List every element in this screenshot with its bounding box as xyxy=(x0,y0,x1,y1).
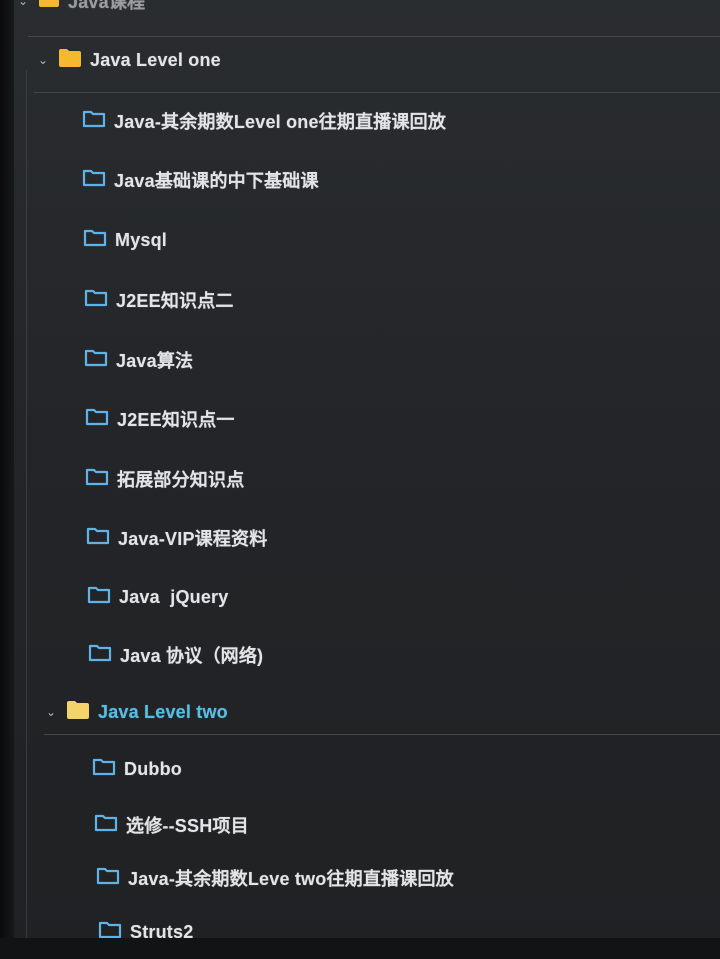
tree-item-folder[interactable]: Java-其余期数Level one往期直播课回放 xyxy=(82,106,446,136)
tree-item-label: 选修--SSH项目 xyxy=(126,816,249,836)
file-tree-panel: ⌄ Java课程 ⌄ Java Level one Java-其余期数Level… xyxy=(0,0,720,959)
folder-outline-icon xyxy=(94,813,118,837)
tree-item-folder[interactable]: 拓展部分知识点 xyxy=(85,464,244,494)
folder-outline-icon xyxy=(82,168,106,192)
tree-root-java-course[interactable]: ⌄ Java课程 xyxy=(16,0,145,16)
tree-root-label: Java课程 xyxy=(68,0,146,12)
tree-item-folder[interactable]: Mysql xyxy=(83,225,167,255)
chevron-down-icon[interactable]: ⌄ xyxy=(16,0,30,8)
tree-item-label: Java-其余期数Level one往期直播课回放 xyxy=(114,112,447,132)
tree-group-level-one[interactable]: ⌄ Java Level one xyxy=(36,45,221,75)
row-divider xyxy=(34,92,720,93)
folder-filled-icon xyxy=(58,48,82,73)
folder-filled-icon xyxy=(66,700,90,725)
folder-outline-icon xyxy=(83,228,107,252)
tree-item-label: Java-VIP课程资料 xyxy=(118,529,268,549)
folder-outline-icon xyxy=(96,866,120,890)
tree-item-label: Java基础课的中下基础课 xyxy=(114,171,319,191)
tree-item-folder[interactable]: 选修--SSH项目 xyxy=(94,810,249,840)
tree-item-folder[interactable]: Dubbo xyxy=(92,754,182,784)
row-divider xyxy=(28,36,720,37)
folder-outline-icon xyxy=(85,407,109,431)
tree-group-label: Java Level one xyxy=(90,49,221,70)
folder-outline-icon xyxy=(84,288,108,312)
tree-item-label: Java算法 xyxy=(116,351,194,371)
tree-item-label: Java 协议（网络) xyxy=(120,646,264,666)
folder-outline-icon xyxy=(87,585,111,609)
tree-item-folder[interactable]: Java-其余期数Leve two往期直播课回放 xyxy=(96,863,454,893)
folder-outline-icon xyxy=(84,348,108,372)
tree-item-label: Java-其余期数Leve two往期直播课回放 xyxy=(128,869,454,889)
tree-item-folder[interactable]: Java 协议（网络) xyxy=(88,640,263,670)
tree-item-folder[interactable]: Java-VIP课程资料 xyxy=(86,523,267,553)
folder-outline-icon xyxy=(88,643,112,667)
tree-group-level-two[interactable]: ⌄ Java Level two xyxy=(44,697,228,727)
tree-item-label: Mysql xyxy=(115,229,168,250)
tree-item-label: J2EE知识点一 xyxy=(117,410,235,430)
folder-outline-icon xyxy=(82,109,106,133)
tree-group-label: Java Level two xyxy=(98,701,228,722)
tree-item-folder[interactable]: J2EE知识点一 xyxy=(85,404,235,434)
tree-item-label: Dubbo xyxy=(124,758,182,779)
chevron-down-icon[interactable]: ⌄ xyxy=(36,53,50,67)
tree-item-label: J2EE知识点二 xyxy=(116,291,234,311)
chevron-down-icon[interactable]: ⌄ xyxy=(44,705,58,719)
tree-item-label: 拓展部分知识点 xyxy=(117,470,245,490)
tree-indent-guide xyxy=(26,70,27,959)
folder-outline-icon xyxy=(92,757,116,781)
folder-outline-icon xyxy=(85,467,109,491)
screen-bottom-edge xyxy=(0,938,720,959)
screen-bezel xyxy=(0,0,14,959)
tree-item-folder[interactable]: Java jQuery xyxy=(87,582,228,612)
tree-item-folder[interactable]: Java基础课的中下基础课 xyxy=(82,165,319,195)
tree-item-folder[interactable]: Java算法 xyxy=(84,345,193,375)
folder-filled-icon xyxy=(38,0,60,13)
tree-item-folder[interactable]: J2EE知识点二 xyxy=(84,285,234,315)
row-divider xyxy=(44,734,720,735)
folder-outline-icon xyxy=(86,526,110,550)
tree-item-label: Java jQuery xyxy=(119,586,229,607)
